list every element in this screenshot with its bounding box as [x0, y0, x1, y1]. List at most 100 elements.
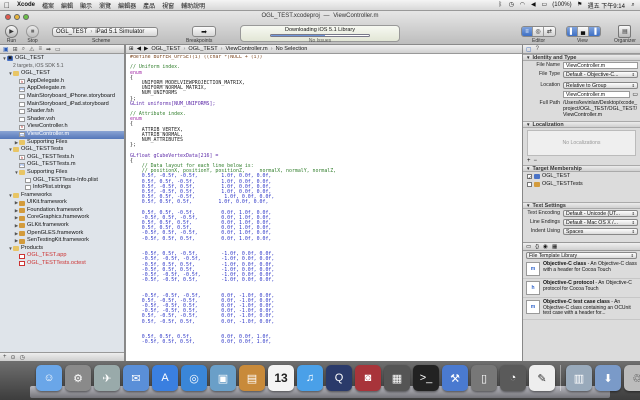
issue-tab-icon[interactable]: ⚠ [29, 46, 34, 53]
forward-icon[interactable]: ▶ [144, 46, 148, 52]
navigator-row[interactable]: ▶ GLKit.framework [0, 222, 124, 230]
media-icon[interactable]: ▦ [552, 244, 557, 250]
volume-icon[interactable]: ◀ [530, 2, 536, 8]
navigator-row[interactable]: MainStoryboard_iPhone.storyboard [0, 93, 124, 101]
navigator-row[interactable]: m AppDelegate.m [0, 85, 124, 93]
jumpbar-file[interactable]: ViewController.m [226, 46, 268, 52]
jumpbar-group[interactable]: OGL_TEST [188, 46, 217, 52]
breakpoint-tab-icon[interactable]: ➡ [46, 46, 51, 53]
menu-editor[interactable]: 編輯器 [118, 1, 136, 10]
file-name-field[interactable]: ViewController.m [563, 62, 638, 69]
folder-tab-icon[interactable]: ▣ [3, 46, 9, 53]
debug-tab-icon[interactable]: ≡ [38, 46, 42, 52]
navigator-row[interactable]: h AppDelegate.h [0, 78, 124, 86]
navigator-row[interactable]: h OGL_TESTTests.h [0, 154, 124, 162]
search-tab-icon[interactable]: ⌕ [22, 46, 25, 53]
file-type-popup[interactable]: Default - Objective-C... ⇕ [563, 71, 638, 78]
code-text-area[interactable]: #define BUFFER_OFFSET(i) ((char *)NULL +… [126, 55, 522, 361]
log-tab-icon[interactable]: ▭ [55, 46, 61, 53]
breakpoints-button[interactable]: ➡ [192, 26, 216, 37]
add-localization-button[interactable]: + [527, 158, 531, 165]
menu-app-name[interactable]: Xcode [17, 2, 35, 8]
localization-section-header[interactable]: ▼ Localization [523, 121, 640, 128]
quick-help-icon[interactable]: ? [536, 46, 539, 52]
navigator-row[interactable]: ▶ SenTestingKit.framework [0, 237, 124, 245]
navigator-row[interactable]: Shader.fsh [0, 108, 124, 116]
stop-button[interactable]: ■ Stop [26, 25, 39, 44]
system-preferences-icon[interactable]: ⚙ [65, 365, 91, 391]
downloads-stack-icon[interactable]: ⬇ [595, 365, 621, 391]
textedit-icon[interactable]: ✎ [529, 365, 555, 391]
file-template-icon[interactable]: ▭ [526, 244, 531, 250]
identity-type-section-header[interactable]: ▼ Identity and Type [523, 54, 640, 61]
library-popup[interactable]: File Template Library ⇕ [526, 252, 637, 259]
filter-icon[interactable]: ⊙ [11, 354, 16, 361]
documents-stack-icon[interactable]: ▥ [566, 365, 592, 391]
add-icon[interactable]: + [3, 354, 7, 360]
jumpbar-project[interactable]: OGL_TEST [151, 46, 180, 52]
assistant-editor-button[interactable]: ◎ [533, 27, 544, 36]
braces-icon[interactable]: {} [535, 244, 539, 250]
run-button[interactable]: ▶ Run [5, 25, 18, 44]
menu-navigate[interactable]: 瀏覽 [99, 1, 111, 10]
menu-product[interactable]: 產品 [143, 1, 155, 10]
navigator-row[interactable]: Shader.vsh [0, 116, 124, 124]
terminal-icon[interactable]: >_ [413, 365, 439, 391]
scheme-selector[interactable]: OGL_TEST › iPad 5.1 Simulator [52, 27, 158, 37]
bluetooth-icon[interactable]: ᛒ [497, 2, 503, 8]
navigator-row[interactable]: OGL_TEST.app [0, 252, 124, 260]
app-store-icon[interactable]: A [152, 365, 178, 391]
navigator-row[interactable]: m ViewController.m [0, 130, 124, 139]
library-item[interactable]: h Objective-C protocol - An Objective-C p… [523, 279, 640, 298]
folder-browse-icon[interactable]: ▭ [632, 91, 638, 98]
navigator-row[interactable]: MainStoryboard_iPad.storyboard [0, 101, 124, 109]
navigator-row[interactable]: h ViewController.h [0, 123, 124, 131]
target-checkbox[interactable] [527, 181, 532, 187]
mail-icon[interactable]: ✉ [123, 365, 149, 391]
simulator-icon[interactable]: ▯ [471, 365, 497, 391]
itunes-icon[interactable]: ♫ [297, 365, 323, 391]
battery-icon[interactable]: ▭ [541, 2, 547, 8]
photo-booth-icon[interactable]: ◙ [355, 365, 381, 391]
menu-window[interactable]: 視窗 [162, 1, 174, 10]
target-checkbox[interactable]: ✓ [527, 173, 532, 180]
toggle-utilities-button[interactable]: ▐ [589, 27, 600, 36]
menu-view[interactable]: 顯示 [80, 1, 92, 10]
navigator-row[interactable]: ▼ Products [0, 245, 124, 253]
wifi-icon[interactable]: ◠ [519, 2, 525, 8]
finder-icon[interactable]: ☺ [36, 365, 62, 391]
navigator-row[interactable]: OGL_TESTTests-Info.plist [0, 177, 124, 185]
navigator-row[interactable]: ▼ Frameworks [0, 192, 124, 200]
menu-file[interactable]: 檔案 [42, 1, 54, 10]
flag-icon[interactable]: ⚑ [577, 2, 583, 8]
organizer-button[interactable]: ▤ Organizer [614, 25, 636, 44]
navigator-row[interactable]: ▶ CoreGraphics.framework [0, 214, 124, 222]
navigator-row[interactable]: ▶ Supporting Files [0, 139, 124, 147]
indent-using-popup[interactable]: Spaces ⇕ [563, 228, 638, 235]
toggle-navigator-button[interactable]: ▌ [567, 27, 578, 36]
navigator-row[interactable]: ▶ OpenGLES.framework [0, 230, 124, 238]
navigator-row[interactable]: ▶ Foundation.framework [0, 207, 124, 215]
menu-edit[interactable]: 編輯 [61, 1, 73, 10]
instruments-icon[interactable]: ◔ [500, 365, 526, 391]
symbol-tab-icon[interactable]: ⊞ [13, 46, 18, 53]
navigator-row[interactable]: ▼ Supporting Files [0, 169, 124, 177]
target-membership-section-header[interactable]: ▼ Target Membership [523, 165, 640, 172]
location-file-field[interactable]: ViewController.m [563, 91, 631, 98]
line-endings-popup[interactable]: Default - Mac OS X /... ⇕ [563, 219, 638, 226]
toggle-debug-area-button[interactable]: ▄ [578, 27, 589, 36]
apple-menu-icon[interactable]:  [4, 1, 12, 10]
text-encoding-popup[interactable]: Default - Unicode (UT... ⇕ [563, 210, 638, 217]
file-inspector-icon[interactable]: ▢ [526, 46, 532, 53]
text-settings-section-header[interactable]: ▼ Text Settings [523, 202, 640, 209]
safari-icon[interactable]: ◎ [181, 365, 207, 391]
object-icon[interactable]: ◉ [543, 244, 548, 250]
xcode-icon[interactable]: ⚒ [442, 365, 468, 391]
calendar-icon[interactable]: 13 [268, 365, 294, 391]
spotlight-icon[interactable]: ⌕ [630, 2, 636, 8]
version-editor-button[interactable]: ⇄ [544, 27, 555, 36]
library-item[interactable]: m Objective-C test case class - An Object… [523, 298, 640, 320]
navigator-row[interactable]: m OGL_TESTTests.m [0, 161, 124, 169]
library-item[interactable]: m Objective-C class - An Objective-C clas… [523, 260, 640, 279]
preview-icon[interactable]: ▣ [210, 365, 236, 391]
